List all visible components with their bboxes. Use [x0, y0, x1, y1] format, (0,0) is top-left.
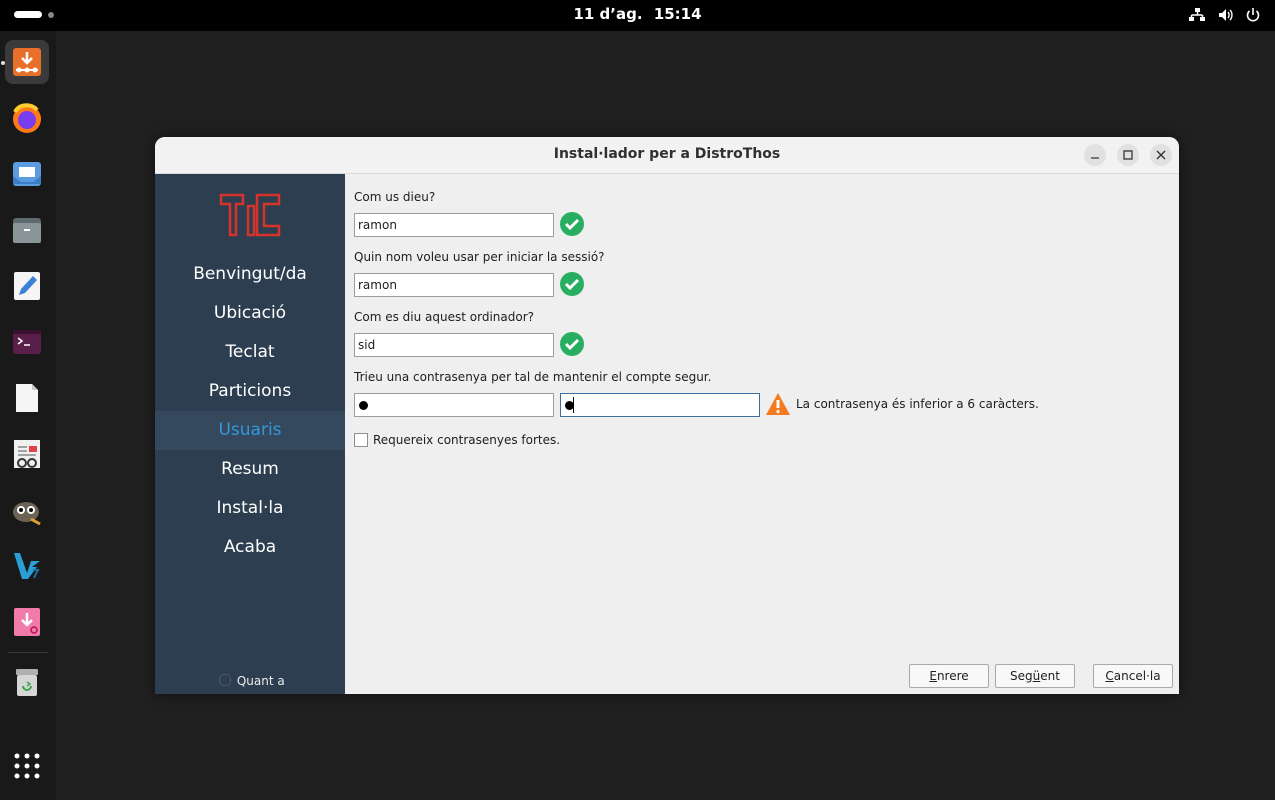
- window-title: Instal·lador per a DistroThos: [553, 146, 781, 162]
- gimp-icon[interactable]: [5, 488, 49, 532]
- strong-password-checkbox[interactable]: [354, 433, 368, 447]
- document-icon[interactable]: [5, 376, 49, 420]
- power-icon[interactable]: [1244, 6, 1262, 24]
- title-bar[interactable]: Instal·lador per a DistroThos: [155, 137, 1179, 174]
- sidebar-item-location: Ubicació: [213, 303, 287, 323]
- full-name-label: Com us dieu?: [354, 190, 436, 204]
- close-button[interactable]: [1150, 144, 1172, 166]
- next-button[interactable]: Següent: [995, 664, 1075, 688]
- minimize-icon: [1091, 157, 1099, 159]
- users-page: Com us dieu? ramon Quin nom voleu usar p…: [345, 174, 1179, 694]
- about-button[interactable]: Quant a: [219, 674, 285, 688]
- next-label-end: ent: [1040, 669, 1060, 683]
- app-grid-icon[interactable]: [5, 744, 49, 788]
- clock[interactable]: 11 d’ag. 15:14: [0, 5, 1275, 23]
- mail-icon[interactable]: [5, 152, 49, 196]
- minimize-button[interactable]: [1084, 144, 1106, 166]
- login-name-label: Quin nom voleu usar per iniciar la sessi…: [354, 250, 605, 264]
- login-name-input[interactable]: ramon: [354, 273, 554, 297]
- sidebar-item-keyboard: Teclat: [225, 342, 275, 362]
- password-input[interactable]: [354, 393, 554, 417]
- trash-icon[interactable]: [5, 660, 49, 704]
- text-caret: [573, 397, 574, 413]
- maximize-button[interactable]: [1117, 144, 1139, 166]
- full-name-input[interactable]: ramon: [354, 213, 554, 237]
- maximize-icon: [1123, 150, 1133, 160]
- hostname-label: Com es diu aquest ordinador?: [354, 310, 535, 324]
- cancel-label: ancel·la: [1113, 669, 1161, 683]
- time-label: 15:14: [653, 5, 702, 23]
- package-installer-icon[interactable]: [5, 600, 49, 644]
- distro-logo: [219, 193, 281, 237]
- dock-separator: [8, 652, 48, 653]
- sidebar-item-finish: Acaba: [223, 537, 277, 557]
- vscodium-icon[interactable]: [5, 544, 49, 588]
- firefox-icon[interactable]: [5, 96, 49, 140]
- text-editor-icon[interactable]: [5, 264, 49, 308]
- dock: [0, 31, 56, 800]
- sidebar-item-summary: Resum: [221, 459, 279, 479]
- name-valid-icon: [560, 212, 584, 236]
- back-label: nrere: [936, 669, 969, 683]
- password-warning-text: La contrasenya és inferior a 6 caràcters…: [796, 397, 1039, 411]
- top-bar: 11 d’ag. 15:14: [0, 0, 1275, 31]
- sidebar-item-partitions: Particions: [208, 381, 292, 401]
- hostname-input[interactable]: sid: [354, 333, 554, 357]
- volume-icon[interactable]: [1217, 6, 1235, 24]
- document-viewer-icon[interactable]: [5, 432, 49, 476]
- about-label: Quant a: [236, 674, 285, 688]
- back-mnemonic: E: [929, 669, 937, 683]
- password-label: Trieu una contrasenya per tal de manteni…: [354, 370, 712, 384]
- date-label: 11 d’ag.: [573, 5, 643, 23]
- installer-window: Instal·lador per a DistroThos Benvingut/…: [155, 137, 1179, 694]
- sidebar-item-welcome: Benvingut/da: [193, 264, 307, 284]
- hostname-valid-icon: [560, 332, 584, 356]
- network-icon[interactable]: [1188, 6, 1206, 24]
- close-icon: [1156, 150, 1166, 160]
- installer-sidebar: Benvingut/da Ubicació Teclat Particions …: [155, 174, 345, 694]
- cancel-mnemonic: C: [1105, 669, 1114, 683]
- installer-icon[interactable]: [5, 40, 49, 84]
- sidebar-item-users: Usuaris: [155, 411, 345, 450]
- strong-password-label[interactable]: Requereix contrasenyes fortes.: [373, 433, 560, 447]
- sidebar-item-install: Instal·la: [216, 498, 284, 518]
- next-label-start: Seg: [1010, 669, 1033, 683]
- login-valid-icon: [560, 272, 584, 296]
- terminal-icon[interactable]: [5, 320, 49, 364]
- password-confirm-input[interactable]: [560, 393, 760, 417]
- cancel-button[interactable]: Cancel·la: [1093, 664, 1173, 688]
- info-icon: [219, 674, 231, 686]
- files-icon[interactable]: [5, 208, 49, 252]
- back-button[interactable]: Enrere: [909, 664, 989, 688]
- password-mask: [359, 401, 368, 410]
- warning-icon: [766, 393, 790, 415]
